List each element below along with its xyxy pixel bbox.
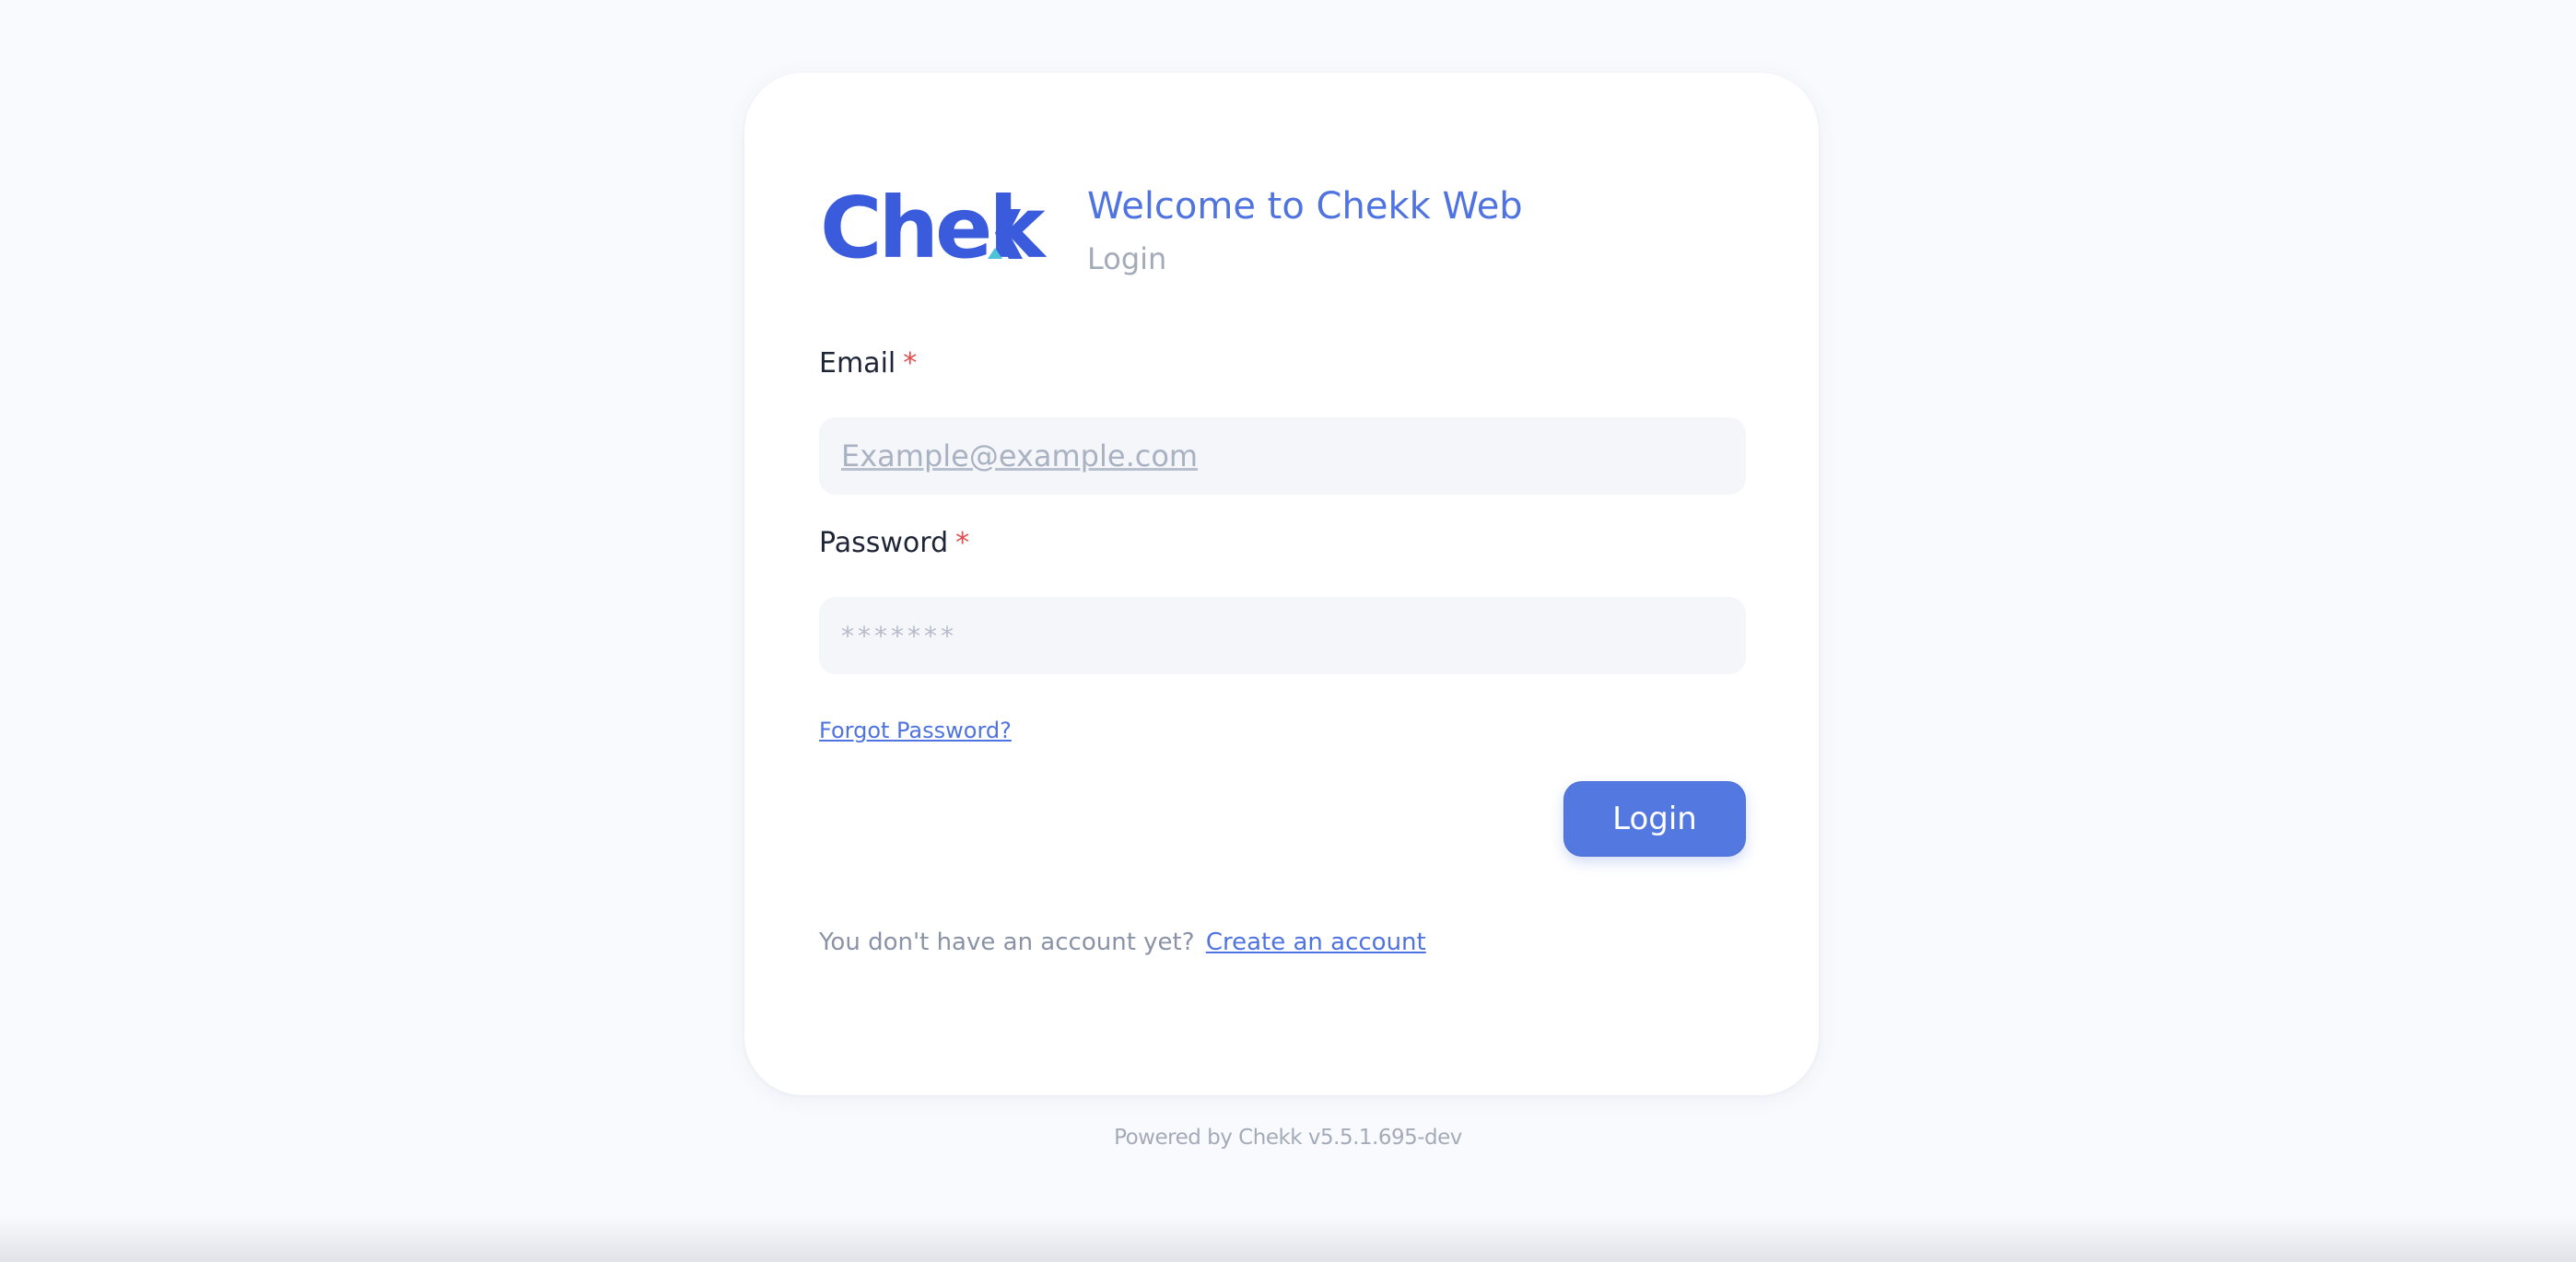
- email-placeholder: Example@example.com: [841, 438, 1199, 473]
- email-required-mark: *: [903, 347, 918, 380]
- chekk-logo: Chek: [820, 179, 1060, 277]
- password-label: Password *: [819, 527, 969, 559]
- login-card: Chek Welcome to Chekk Web Login Email * E…: [744, 73, 1819, 1095]
- email-field[interactable]: Example@example.com: [819, 417, 1746, 495]
- page-subtitle: Login: [1087, 241, 1167, 276]
- password-field[interactable]: *******: [819, 597, 1746, 674]
- bottom-shade: [0, 1216, 2576, 1262]
- chekk-logo-mark: Chek: [820, 179, 1050, 277]
- forgot-password-link[interactable]: Forgot Password?: [819, 718, 1012, 743]
- chekk-logo-letters: Chek: [820, 183, 1047, 275]
- email-label: Email *: [819, 347, 917, 380]
- login-button[interactable]: Login: [1563, 781, 1746, 857]
- create-account-link[interactable]: Create an account: [1206, 929, 1426, 956]
- password-placeholder: *******: [841, 620, 957, 651]
- signup-line: You don't have an account yet? Create an…: [819, 929, 1426, 956]
- password-required-mark: *: [955, 527, 970, 559]
- signup-prompt: You don't have an account yet?: [819, 929, 1195, 956]
- footer-version: Powered by Chekk v5.5.1.695-dev: [1114, 1126, 1462, 1150]
- email-label-text: Email: [819, 347, 896, 380]
- page-title: Welcome to Chekk Web: [1087, 185, 1523, 228]
- password-label-text: Password: [819, 527, 949, 559]
